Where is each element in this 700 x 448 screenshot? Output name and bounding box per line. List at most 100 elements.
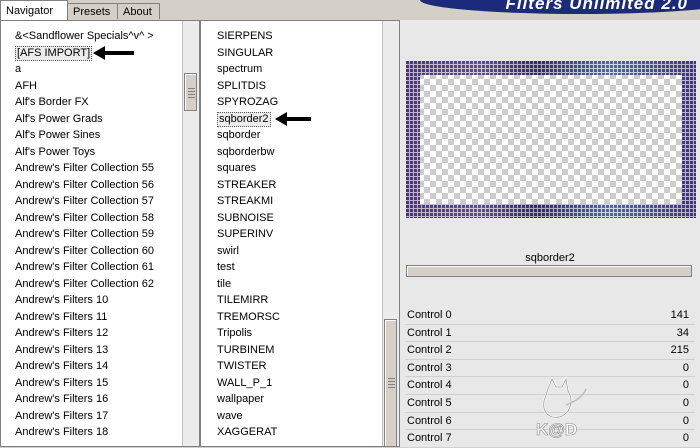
filter-item[interactable]: tile bbox=[217, 276, 381, 293]
filter-item[interactable]: SPYROZAG bbox=[217, 94, 381, 111]
filter-item[interactable]: TWISTER bbox=[217, 358, 381, 375]
filter-item[interactable]: swirl bbox=[217, 243, 381, 260]
category-item[interactable]: Alf's Power Toys bbox=[15, 144, 181, 161]
category-item-label: Alf's Border FX bbox=[15, 96, 89, 108]
filter-item[interactable]: test bbox=[217, 259, 381, 276]
category-item[interactable]: Andrew's Filters 11 bbox=[15, 309, 181, 326]
filter-item[interactable]: TREMORSC bbox=[217, 309, 381, 326]
filter-item[interactable]: sqborder bbox=[217, 127, 381, 144]
control-slider-2[interactable]: Control 2 215 bbox=[405, 342, 695, 360]
control-slider-1[interactable]: Control 1 34 bbox=[405, 325, 695, 343]
category-item[interactable]: Alf's Border FX bbox=[15, 94, 181, 111]
svg-text:K@D: K@D bbox=[536, 420, 577, 439]
category-item[interactable]: Andrew's Filter Collection 61 bbox=[15, 259, 181, 276]
filter-item-label: sqborder bbox=[217, 129, 261, 141]
control-label: Control 6 bbox=[407, 414, 452, 427]
control-label: Control 0 bbox=[407, 309, 452, 321]
filter-item-label: SPLITDIS bbox=[217, 79, 266, 92]
filter-item-label: squares bbox=[217, 162, 257, 174]
tab-about[interactable]: About bbox=[117, 3, 160, 19]
category-item[interactable]: Alf's Power Grads bbox=[15, 111, 181, 128]
filter-item-label: STREAKMI bbox=[217, 195, 274, 207]
control-value: 0 bbox=[682, 361, 689, 374]
filter-item-label: spectrum bbox=[217, 63, 263, 75]
category-item-label: Andrew's Filter Collection 60 bbox=[15, 244, 155, 257]
control-label: Control 4 bbox=[407, 379, 452, 392]
filter-list-panel: SIERPENS SINGULAR spectrum SPLITDIS SPYROZAG… bbox=[200, 20, 400, 447]
category-item[interactable]: Andrew's Filters 17 bbox=[15, 408, 181, 425]
control-value: 0 bbox=[682, 432, 689, 445]
category-item[interactable]: a bbox=[15, 61, 181, 78]
category-item[interactable]: Alf's Power Sines bbox=[15, 127, 181, 144]
control-value: 0 bbox=[682, 397, 689, 409]
category-item[interactable]: &<Sandflower Specials^v^ > bbox=[15, 28, 181, 45]
filter-item[interactable]: SPLITDIS bbox=[217, 78, 381, 95]
category-item-label: Andrew's Filters 10 bbox=[15, 294, 109, 306]
filter-item[interactable]: squares bbox=[217, 160, 381, 177]
category-item[interactable]: Andrew's Filter Collection 58 bbox=[15, 210, 181, 227]
category-item-label: Andrew's Filter Collection 56 bbox=[15, 178, 155, 191]
filter-item-label: wave bbox=[217, 409, 243, 422]
tab-navigator[interactable]: Navigator bbox=[0, 0, 68, 20]
filter-item[interactable]: Tripolis bbox=[217, 325, 381, 342]
preview-image bbox=[406, 61, 696, 218]
filter-scrollbar-thumb[interactable] bbox=[384, 319, 397, 446]
category-item[interactable]: Andrew's Filters 14 bbox=[15, 358, 181, 375]
filter-item[interactable]: TILEMIRR bbox=[217, 292, 381, 309]
category-item-label: [AFS IMPORT] bbox=[15, 45, 93, 61]
filter-item-label: sqborder2 bbox=[217, 111, 271, 127]
filter-item-label: test bbox=[217, 261, 235, 273]
kd-logo: K@D bbox=[536, 375, 587, 439]
filter-scrollbar[interactable] bbox=[382, 21, 399, 446]
filter-item[interactable]: STREAKER bbox=[217, 177, 381, 194]
category-item[interactable]: Andrew's Filters 12 bbox=[15, 325, 181, 342]
filter-item[interactable]: wave bbox=[217, 408, 381, 425]
control-value: 141 bbox=[670, 309, 689, 321]
category-item[interactable]: Andrew's Filter Collection 60 bbox=[15, 243, 181, 260]
banner-title: Filters Unlimited 2.0 bbox=[505, 0, 688, 13]
category-item[interactable]: Andrew's Filter Collection 59 bbox=[15, 226, 181, 243]
category-item[interactable]: Andrew's Filters 16 bbox=[15, 391, 181, 408]
category-item[interactable]: Andrew's Filters 13 bbox=[15, 342, 181, 359]
category-item-label: Andrew's Filter Collection 61 bbox=[15, 261, 155, 273]
category-item[interactable]: Andrew's Filter Collection 56 bbox=[15, 177, 181, 194]
category-item-label: Andrew's Filter Collection 58 bbox=[15, 211, 155, 224]
filter-item[interactable]: TURBINEM bbox=[217, 342, 381, 359]
filter-item[interactable]: wallpaper bbox=[217, 391, 381, 408]
filter-item[interactable]: spectrum bbox=[217, 61, 381, 78]
filter-item[interactable]: WALL_P_1 bbox=[217, 375, 381, 392]
filter-name-bar bbox=[406, 265, 692, 277]
filter-item[interactable]: XAGGERAT bbox=[217, 424, 381, 441]
category-item[interactable]: Andrew's Filter Collection 62 bbox=[15, 276, 181, 293]
filter-item-label: tile bbox=[217, 277, 232, 290]
filter-item[interactable]: sqborderbw bbox=[217, 144, 381, 161]
category-item-label: Alf's Power Grads bbox=[15, 112, 103, 125]
control-slider-0[interactable]: Control 0 141 bbox=[405, 307, 695, 325]
filter-item-label: SUPERINV bbox=[217, 228, 274, 240]
category-item[interactable]: Andrew's Filters 15 bbox=[15, 375, 181, 392]
filter-item[interactable]: SINGULAR bbox=[217, 45, 381, 62]
filter-item-label: WALL_P_1 bbox=[217, 376, 273, 389]
category-item-label: Andrew's Filters 17 bbox=[15, 409, 109, 422]
filter-item[interactable]: STREAKMI bbox=[217, 193, 381, 210]
category-item[interactable]: Andrew's Filter Collection 55 bbox=[15, 160, 181, 177]
filter-item-label: SUBNOISE bbox=[217, 211, 274, 224]
category-scrollbar-thumb[interactable] bbox=[184, 73, 197, 111]
category-item[interactable]: Andrew's Filters 18 bbox=[15, 424, 181, 441]
category-list-panel: &<Sandflower Specials^v^ > [AFS IMPORT] a A… bbox=[0, 20, 200, 447]
tab-presets[interactable]: Presets bbox=[67, 3, 118, 19]
filter-item-label: TWISTER bbox=[217, 360, 267, 372]
filter-item[interactable]: SUBNOISE bbox=[217, 210, 381, 227]
category-item[interactable]: AFH bbox=[15, 78, 181, 95]
filter-item-label: STREAKER bbox=[217, 178, 277, 191]
control-label: Control 1 bbox=[407, 326, 452, 339]
filter-item-label: TURBINEM bbox=[217, 343, 275, 356]
category-item-label: Andrew's Filter Collection 57 bbox=[15, 195, 155, 207]
filter-item[interactable]: SUPERINV bbox=[217, 226, 381, 243]
category-item[interactable]: Andrew's Filters 10 bbox=[15, 292, 181, 309]
tab-bar: Navigator Presets About bbox=[0, 0, 400, 20]
category-item[interactable]: Andrew's Filter Collection 57 bbox=[15, 193, 181, 210]
category-item-label: Alf's Power Toys bbox=[15, 145, 96, 158]
filter-item[interactable]: SIERPENS bbox=[217, 28, 381, 45]
category-scrollbar[interactable] bbox=[182, 21, 199, 446]
